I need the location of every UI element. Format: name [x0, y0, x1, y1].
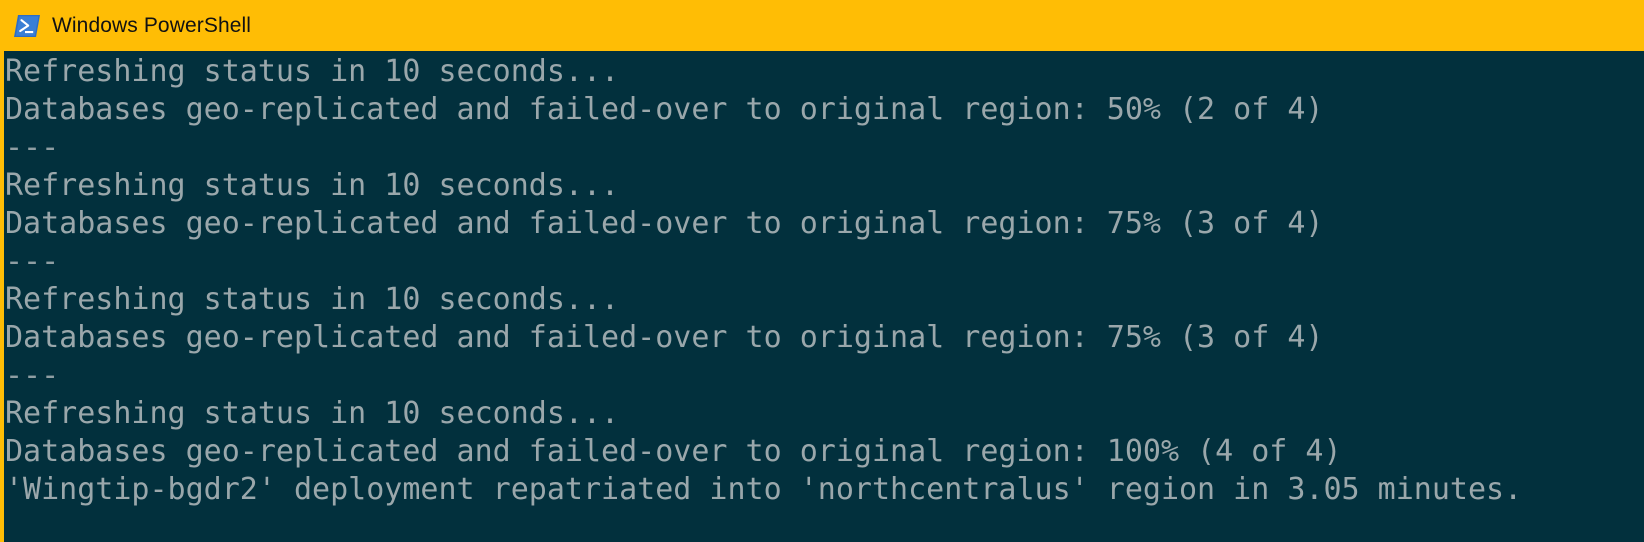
console-output-area[interactable]: Refreshing status in 10 seconds... Datab…: [0, 51, 1644, 542]
console-line: Databases geo-replicated and failed-over…: [5, 320, 1324, 355]
console-text-buffer: Refreshing status in 10 seconds... Datab…: [4, 53, 1644, 509]
powershell-window: Windows PowerShell Refreshing status in …: [0, 0, 1644, 542]
console-line: Refreshing status in 10 seconds...: [5, 168, 620, 203]
console-line: Databases geo-replicated and failed-over…: [5, 206, 1324, 241]
console-line: ---: [5, 130, 60, 165]
console-line: ---: [5, 358, 60, 393]
console-line: Refreshing status in 10 seconds...: [5, 54, 620, 89]
console-line: ---: [5, 244, 60, 279]
console-line: Refreshing status in 10 seconds...: [5, 396, 620, 431]
console-line: Refreshing status in 10 seconds...: [5, 282, 620, 317]
window-title: Windows PowerShell: [52, 14, 252, 37]
window-titlebar[interactable]: Windows PowerShell: [0, 0, 1644, 51]
console-line: 'Wingtip-bgdr2' deployment repatriated i…: [5, 472, 1523, 507]
powershell-icon: [14, 14, 40, 37]
console-line: Databases geo-replicated and failed-over…: [5, 434, 1342, 469]
console-line: Databases geo-replicated and failed-over…: [5, 92, 1324, 127]
